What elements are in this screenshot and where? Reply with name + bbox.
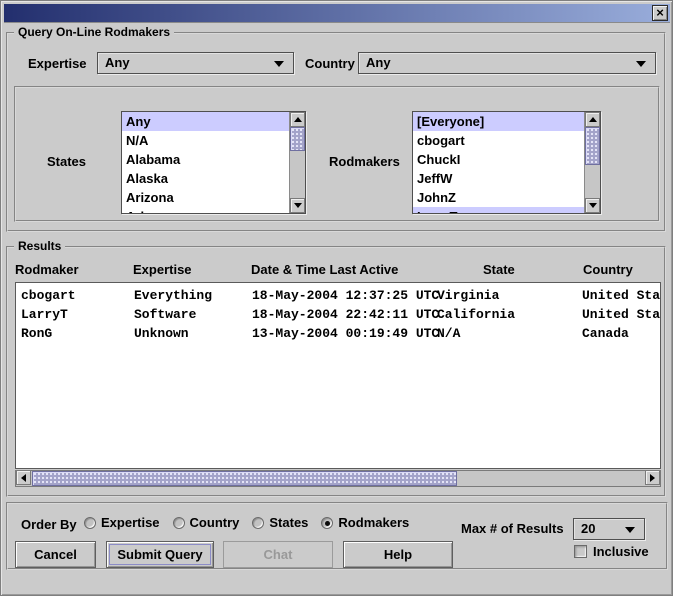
column-header[interactable]: Country [583,262,633,277]
country-label: Country [305,56,355,71]
help-button[interactable]: Help [343,541,453,568]
column-header[interactable]: Expertise [133,262,192,277]
rodmakers-list-item[interactable]: [Everyone] [413,112,584,131]
table-cell: Canada [582,324,629,343]
table-cell: Everything [134,286,212,305]
table-row[interactable]: cbogart Everything 18-May-2004 12:37:25 UT… [16,286,660,305]
table-cell: United States [582,286,661,305]
order-by-option-country[interactable]: Country [173,515,240,530]
table-cell: California [437,305,515,324]
states-list-item[interactable]: Arkansas [122,207,289,213]
radio-label: Expertise [101,515,160,530]
results-table-header: Rodmaker Expertise Date & Time Last Active… [15,262,661,279]
dialog-window: × Query On-Line Rodmakers Expertise Any … [0,0,673,596]
scroll-up-icon[interactable] [290,112,305,127]
titlebar[interactable]: × [4,4,670,23]
states-list-item[interactable]: Alabama [122,150,289,169]
column-header[interactable]: Rodmaker [15,262,79,277]
scroll-down-icon[interactable] [290,198,305,213]
column-header[interactable]: Date & Time Last Active [251,262,398,277]
expertise-dropdown[interactable]: Any [97,52,294,74]
chevron-down-icon [274,61,284,67]
column-header[interactable]: State [483,262,515,277]
states-list-item[interactable]: Any [122,112,289,131]
table-cell: 18-May-2004 22:42:11 UTC [252,305,439,324]
results-table[interactable]: cbogart Everything 18-May-2004 12:37:25 UT… [15,282,661,469]
table-cell: N/A [437,324,460,343]
max-results-value: 20 [581,521,595,536]
scroll-down-icon[interactable] [585,198,600,213]
scrollbar-thumb[interactable] [290,127,305,151]
rodmakers-list-item[interactable]: cbogart [413,131,584,150]
order-by-option-expertise[interactable]: Expertise [84,515,160,530]
radio-icon [84,517,96,529]
results-horizontal-scrollbar[interactable] [15,470,661,487]
results-group-title: Results [14,239,65,253]
rodmakers-list-item[interactable]: LarryT [413,207,584,213]
chat-button: Chat [223,541,333,568]
states-label: States [47,154,86,169]
table-row[interactable]: LarryT Software 18-May-2004 22:42:11 UTCCa… [16,305,660,324]
scrollbar-thumb[interactable] [32,471,457,486]
expertise-value: Any [105,55,130,70]
chevron-down-icon [636,61,646,67]
radio-label: Rodmakers [338,515,409,530]
radio-icon [252,517,264,529]
states-list-item[interactable]: Alaska [122,169,289,188]
radio-icon [173,517,185,529]
radio-label: States [269,515,308,530]
table-cell: 18-May-2004 12:37:25 UTC [252,286,439,305]
footer-panel: Order By Expertise Country States Rodmakers… [6,502,668,570]
cancel-button[interactable]: Cancel [15,541,96,568]
chevron-down-icon [625,527,635,533]
inclusive-checkbox[interactable] [574,545,587,558]
scroll-right-icon[interactable] [645,470,660,485]
states-list-item[interactable]: Arizona [122,188,289,207]
rodmakers-list[interactable]: [Everyone]cbogartChuckIJeffWJohnZLarryT [412,111,601,214]
expertise-label: Expertise [28,56,87,71]
lists-panel: States AnyN/AAlabamaAlaskaArizonaArkansa… [14,86,660,222]
scroll-up-icon[interactable] [585,112,600,127]
table-row[interactable]: RonG Unknown 13-May-2004 00:19:49 UTCN/A Ca… [16,324,660,343]
inclusive-label: Inclusive [593,544,649,559]
rodmakers-list-scrollbar[interactable] [584,112,600,213]
radio-label: Country [190,515,240,530]
submit-query-button[interactable]: Submit Query [106,541,214,568]
rodmakers-list-item[interactable]: JeffW [413,169,584,188]
inclusive-checkbox-row[interactable]: Inclusive [574,544,649,559]
radio-icon [321,517,333,529]
table-cell: RonG [21,324,52,343]
max-results-dropdown[interactable]: 20 [573,518,645,540]
table-cell: LarryT [21,305,68,324]
order-by-label: Order By [21,517,77,532]
scroll-left-icon[interactable] [16,470,31,485]
query-group: Query On-Line Rodmakers Expertise Any Co… [6,32,666,232]
results-group: Results RodmakerExpertiseDate & Time Las… [6,246,666,497]
order-by-option-rodmakers[interactable]: Rodmakers [321,515,409,530]
order-by-option-states[interactable]: States [252,515,308,530]
states-list-scrollbar[interactable] [289,112,305,213]
max-results-label: Max # of Results [461,521,564,536]
scrollbar-thumb[interactable] [585,127,600,165]
close-button[interactable]: × [652,5,668,21]
table-cell: Virginia [437,286,499,305]
states-list[interactable]: AnyN/AAlabamaAlaskaArizonaArkansas [121,111,306,214]
rodmakers-list-item[interactable]: JohnZ [413,188,584,207]
country-value: Any [366,55,391,70]
country-dropdown[interactable]: Any [358,52,656,74]
query-group-title: Query On-Line Rodmakers [14,25,174,39]
table-cell: cbogart [21,286,76,305]
rodmakers-label: Rodmakers [329,154,400,169]
table-cell: Unknown [134,324,189,343]
order-by-radio-group: Expertise Country States Rodmakers [84,515,422,530]
table-cell: United States [582,305,661,324]
table-cell: 13-May-2004 00:19:49 UTC [252,324,439,343]
states-list-item[interactable]: N/A [122,131,289,150]
rodmakers-list-item[interactable]: ChuckI [413,150,584,169]
table-cell: Software [134,305,196,324]
